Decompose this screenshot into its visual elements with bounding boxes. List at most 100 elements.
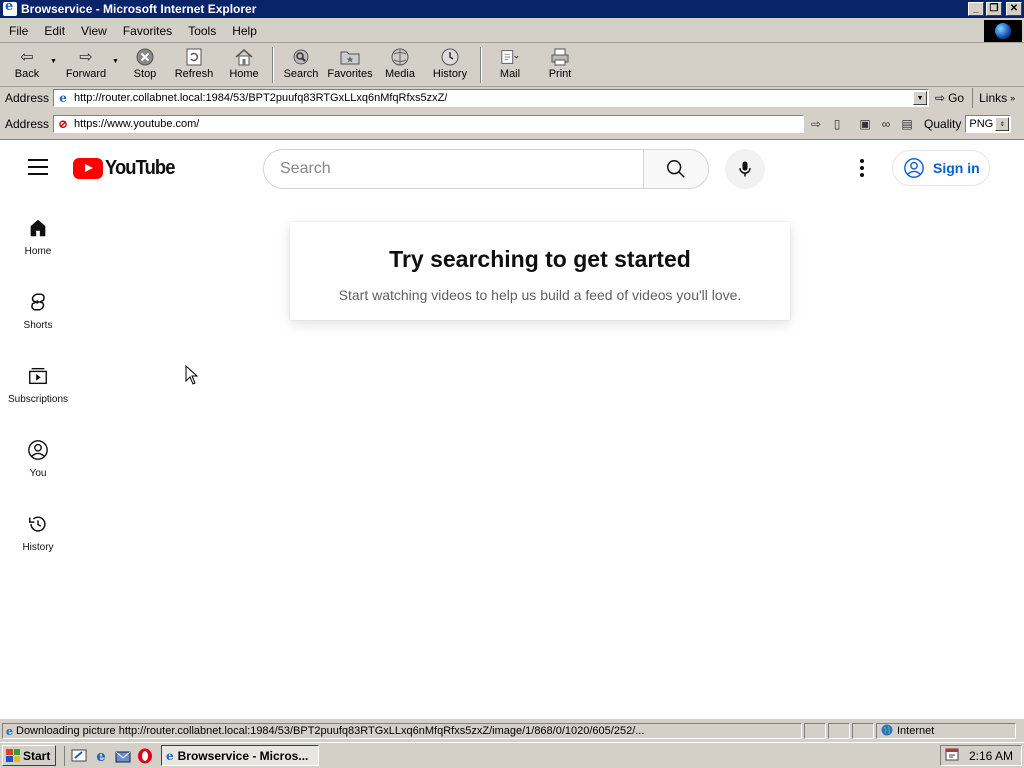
mail-button[interactable]: Mail [486, 44, 534, 84]
guide-label-you: You [29, 468, 47, 479]
show-desktop-icon[interactable] [71, 748, 87, 764]
start-label: Start [23, 748, 51, 763]
toolbar-separator [480, 47, 482, 83]
ie-quicklaunch-icon[interactable]: e [93, 747, 109, 765]
bookmark-icon[interactable]: ▯ [828, 116, 846, 132]
stop-button[interactable]: Stop [122, 44, 168, 84]
voice-search-button[interactable] [725, 149, 765, 189]
forward-dropdown-icon[interactable]: ▼ [112, 58, 122, 65]
links-label: Links [979, 91, 1008, 105]
promo-title: Try searching to get started [389, 246, 691, 272]
clipboard-icon[interactable]: ▤ [898, 116, 916, 132]
favorites-button[interactable]: Favorites [324, 44, 376, 84]
standard-toolbar: ⇦ Back ▼ ⇨ Forward ▼ Stop Refresh Home S… [0, 44, 1024, 87]
ie-address-url: http://router.collabnet.local:1984/53/BP… [74, 92, 448, 104]
history-label: History [432, 68, 468, 80]
find-binoculars-icon[interactable]: ∞ [877, 116, 895, 132]
menu-bar: File Edit View Favorites Tools Help [0, 20, 1024, 43]
more-options-icon[interactable] [850, 156, 874, 180]
account-icon [904, 158, 924, 178]
back-arrow-icon: ⇦ [20, 49, 34, 66]
forward-label: Forward [65, 68, 107, 80]
taskbar-window-label: Browservice - Micros... [177, 748, 309, 763]
close-button[interactable]: ✕ [1006, 2, 1022, 16]
menu-tools[interactable]: Tools [179, 24, 223, 38]
quality-select[interactable]: PNG ⇕ [965, 115, 1012, 133]
chevron-right-icon: » [1010, 93, 1016, 103]
page-icon[interactable]: ▣ [856, 116, 874, 132]
youtube-logo[interactable]: YouTube [73, 157, 181, 180]
clock[interactable]: 2:16 AM [969, 749, 1013, 763]
search-globe-icon [291, 48, 311, 66]
printer-icon [550, 48, 570, 66]
forward-button[interactable]: ⇨ Forward [60, 44, 112, 84]
title-bar: Browservice - Microsoft Internet Explore… [0, 0, 1024, 18]
favorites-label: Favorites [327, 68, 373, 80]
taskbar: Start e e Browservice - Micros... 2:16 A… [0, 742, 1024, 768]
youtube-header: YouTube Sign in [0, 140, 1024, 196]
outlook-express-icon[interactable] [115, 748, 131, 764]
search-label: Search [283, 68, 319, 80]
menu-edit[interactable]: Edit [35, 24, 72, 38]
scheduler-tray-icon[interactable] [945, 747, 959, 764]
go-arrow-icon: ⇨ [935, 91, 946, 105]
search-button[interactable] [643, 150, 708, 188]
menu-file[interactable]: File [0, 24, 35, 38]
quality-value: PNG [969, 118, 994, 130]
mail-label: Mail [499, 68, 521, 80]
media-label: Media [385, 68, 415, 80]
back-dropdown-icon[interactable]: ▼ [50, 58, 60, 65]
sign-in-button[interactable]: Sign in [892, 150, 990, 186]
guide-sidebar: Home Shorts Subscriptions You History [0, 200, 76, 570]
refresh-button[interactable]: Refresh [168, 44, 220, 84]
navigate-arrow-icon[interactable]: ⇨ [807, 116, 825, 132]
guide-item-history[interactable]: History [0, 496, 76, 570]
menu-view[interactable]: View [72, 24, 114, 38]
start-button[interactable]: Start [2, 745, 56, 766]
globe-icon [995, 23, 1011, 39]
go-button[interactable]: ⇨ Go [935, 91, 964, 105]
ie-address-field[interactable]: e http://router.collabnet.local:1984/53/… [53, 89, 930, 107]
quick-launch: e [64, 745, 153, 766]
guide-item-shorts[interactable]: Shorts [0, 274, 76, 348]
guide-item-you[interactable]: You [0, 422, 76, 496]
back-label: Back [14, 68, 40, 80]
ie-app-icon[interactable] [3, 0, 17, 16]
guide-label-subscriptions: Subscriptions [7, 394, 69, 405]
home-button[interactable]: Home [220, 44, 268, 84]
media-button[interactable]: Media [376, 44, 424, 84]
status-pane-lock [828, 723, 850, 739]
promo-card: Try searching to get started Start watch… [290, 222, 790, 320]
menu-favorites[interactable]: Favorites [114, 24, 179, 38]
links-button[interactable]: Links » [972, 88, 1015, 108]
home-icon [26, 216, 50, 240]
menu-help[interactable]: Help [223, 24, 264, 38]
guide-item-subscriptions[interactable]: Subscriptions [0, 348, 76, 422]
guide-label-shorts: Shorts [23, 320, 53, 331]
browservice-url: https://www.youtube.com/ [74, 118, 200, 130]
search-toolbar-button[interactable]: Search [278, 44, 324, 84]
web-viewport: YouTube Sign in Home Shorts [0, 139, 1024, 719]
system-tray: 2:16 AM [940, 745, 1022, 766]
history-toolbar-button[interactable]: History [424, 44, 476, 84]
opera-icon[interactable] [137, 748, 153, 764]
maximize-button[interactable]: ❐ [986, 2, 1002, 16]
minimize-button[interactable]: _ [968, 2, 984, 16]
ie-address-bar: Address e http://router.collabnet.local:… [0, 87, 1024, 109]
taskbar-window-button[interactable]: e Browservice - Micros... [161, 745, 319, 766]
ie-address-label: Address [5, 91, 50, 105]
print-button[interactable]: Print [534, 44, 586, 84]
search-input[interactable] [264, 150, 643, 188]
guide-item-home[interactable]: Home [0, 200, 76, 274]
address-dropdown-icon[interactable]: ▼ [913, 91, 928, 105]
quality-spinner-icon[interactable]: ⇕ [995, 117, 1010, 131]
browservice-address-label: Address [5, 117, 50, 131]
hamburger-menu-icon[interactable] [28, 159, 48, 175]
windows-logo-icon [6, 749, 20, 762]
refresh-label: Refresh [174, 68, 214, 80]
status-page-icon: e [6, 724, 13, 738]
browservice-url-field[interactable]: ⊘ https://www.youtube.com/ [53, 115, 805, 133]
back-button[interactable]: ⇦ Back [4, 44, 50, 84]
guide-label-history: History [22, 542, 54, 553]
stop-icon [135, 48, 155, 66]
